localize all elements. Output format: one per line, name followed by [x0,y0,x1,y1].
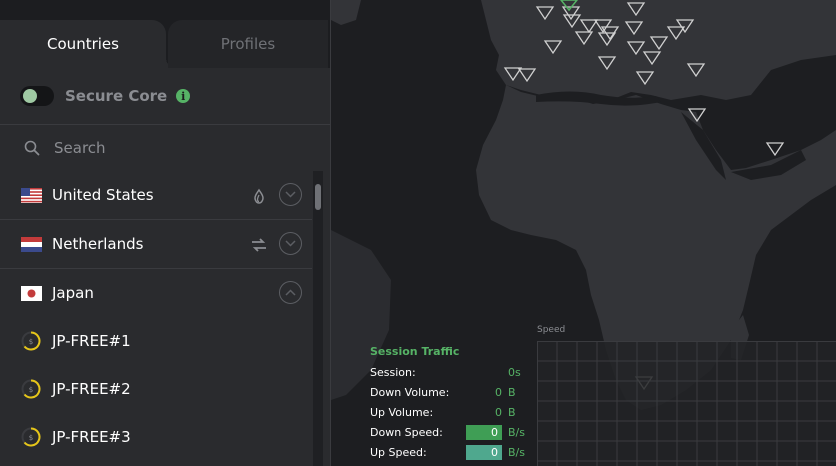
secure-core-label: Secure Core [65,87,168,105]
p2p-arrows-icon [252,238,266,252]
up-volume-row: Up Volume: 0 B [370,402,540,422]
country-name: United States [52,186,154,204]
tab-countries[interactable]: Countries [0,20,176,68]
chevron-down-icon [285,191,296,198]
down-speed-label: Down Speed: [370,425,443,439]
up-speed-row: Up Speed: 0 B/s [370,442,540,462]
sidebar-panel: Countries Profiles Secure Core i Search … [0,0,330,466]
chevron-down-icon [285,240,296,247]
country-name: Netherlands [52,235,144,253]
session-traffic-panel: Session Traffic Session: 0s Down Volume:… [370,344,540,462]
up-speed-value: 0 [466,444,502,460]
session-row: Session: 0s [370,362,540,382]
server-row-jp-free-1[interactable]: $ JP-FREE#1 [0,317,312,365]
scrollbar-thumb[interactable] [315,184,321,210]
server-name: JP-FREE#2 [52,380,131,398]
down-volume-label: Down Volume: [370,385,450,399]
up-volume-value: 0 [495,405,502,419]
info-icon[interactable]: i [176,89,191,103]
down-speed-unit: B/s [508,425,525,439]
speed-graph [537,341,836,466]
svg-text:$: $ [29,434,33,442]
session-value: 0s [508,365,521,379]
svg-text:$: $ [29,338,33,346]
svg-text:$: $ [29,386,33,394]
search-input[interactable] [52,138,276,158]
search-icon [24,140,40,156]
toggle-knob [23,89,37,103]
speed-graph-label: Speed [537,325,566,335]
nl-flag-icon [21,236,42,252]
up-speed-unit: B/s [508,445,525,459]
session-label: Session: [370,365,416,379]
tab-profiles[interactable]: Profiles [168,20,328,68]
jp-flag-icon [21,285,42,301]
down-volume-row: Down Volume: 0 B [370,382,540,402]
up-speed-label: Up Speed: [370,445,427,459]
server-load-icon: $ [21,379,41,399]
country-row-netherlands[interactable]: Netherlands [0,220,312,269]
server-load-icon: $ [21,331,41,351]
down-volume-value: 0 [495,385,502,399]
down-volume-unit: B [508,385,516,399]
tor-onion-icon [254,188,264,204]
us-flag-icon [21,187,42,203]
search-row [0,125,330,171]
country-row-japan[interactable]: Japan [0,269,312,317]
up-volume-unit: B [508,405,516,419]
server-row-jp-free-3[interactable]: $ JP-FREE#3 [0,413,312,461]
chevron-up-icon [285,289,296,296]
collapse-button[interactable] [279,281,302,304]
country-name: Japan [52,284,94,302]
server-row-jp-free-2[interactable]: $ JP-FREE#2 [0,365,312,413]
session-traffic-title: Session Traffic [370,345,460,358]
tab-bar: Countries Profiles [0,0,330,68]
scrollbar[interactable] [313,171,323,466]
expand-button[interactable] [279,232,302,255]
down-speed-row: Down Speed: 0 B/s [370,422,540,442]
down-speed-value: 0 [466,424,502,440]
country-row-united-states[interactable]: United States [0,171,312,220]
server-name: JP-FREE#1 [52,332,131,350]
secure-core-row: Secure Core i [0,68,330,125]
up-volume-label: Up Volume: [370,405,434,419]
server-name: JP-FREE#3 [52,428,131,446]
country-list: United States Netherlands Japan $ JP-FRE… [0,171,312,461]
secure-core-toggle[interactable] [20,86,54,106]
expand-button[interactable] [279,183,302,206]
server-load-icon: $ [21,427,41,447]
